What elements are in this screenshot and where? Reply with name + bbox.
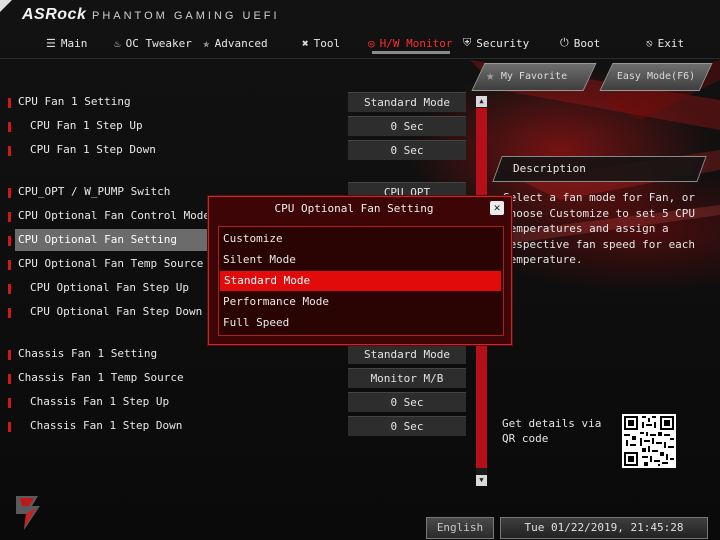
qr-code-image bbox=[622, 414, 676, 468]
setting-label: CPU Fan 1 Step Down bbox=[30, 143, 156, 156]
tab-security[interactable]: ⛨ Security bbox=[463, 34, 529, 52]
brand-subtitle: PHANTOM GAMING UEFI bbox=[92, 10, 280, 22]
easy-mode-button[interactable]: Easy Mode(F6) bbox=[599, 63, 713, 91]
setting-row-cpu-fan1-setting[interactable]: CPU Fan 1 Setting Standard Mode bbox=[0, 91, 470, 113]
setting-label: CPU Optional Fan Control Mode bbox=[18, 209, 211, 222]
option-customize[interactable]: Customize bbox=[219, 229, 502, 249]
scroll-down-arrow-icon[interactable]: ▼ bbox=[476, 475, 487, 486]
description-header: Description bbox=[492, 156, 707, 182]
setting-label: CPU Optional Fan Step Up bbox=[30, 281, 189, 294]
setting-row-chassis-fan1-temp-source[interactable]: Chassis Fan 1 Temp Source Monitor M/B bbox=[0, 367, 470, 389]
wrench-icon: ✖ bbox=[302, 36, 309, 50]
row-marker bbox=[8, 422, 11, 432]
row-marker bbox=[8, 212, 11, 222]
fan-setting-popup: CPU Optional Fan Setting ✕ Customize Sil… bbox=[208, 196, 512, 345]
setting-label: CPU Fan 1 Setting bbox=[18, 95, 131, 108]
row-marker bbox=[8, 260, 11, 270]
tab-tool[interactable]: ✖ Tool bbox=[302, 34, 340, 52]
tab-label: Main bbox=[60, 36, 88, 50]
description-text: Select a fan mode for Fan, or choose Cus… bbox=[503, 190, 703, 268]
setting-row-chassis-fan1-setting[interactable]: Chassis Fan 1 Setting Standard Mode bbox=[0, 343, 470, 365]
tab-label: Exit bbox=[657, 36, 685, 50]
option-standard-mode[interactable]: Standard Mode bbox=[220, 271, 501, 291]
row-marker bbox=[8, 236, 11, 246]
tab-label: Boot bbox=[573, 36, 601, 50]
setting-label: Chassis Fan 1 Step Up bbox=[30, 395, 170, 408]
tab-label: Tool bbox=[313, 36, 341, 50]
setting-label: CPU Fan 1 Step Up bbox=[30, 119, 143, 132]
setting-row-cpu-fan1-step-down[interactable]: CPU Fan 1 Step Down 0 Sec bbox=[0, 139, 470, 161]
row-marker bbox=[8, 398, 11, 408]
tab-label: OC Tweaker bbox=[125, 36, 192, 50]
tab-advanced[interactable]: ✯ Advanced bbox=[203, 34, 268, 52]
phantom-gaming-logo-icon bbox=[16, 496, 40, 530]
setting-value[interactable]: Standard Mode bbox=[348, 344, 466, 364]
brand-logo: ASRock bbox=[22, 6, 87, 23]
description-line: temperature. bbox=[503, 253, 583, 266]
setting-value[interactable]: Standard Mode bbox=[348, 92, 466, 112]
active-tab-indicator bbox=[372, 51, 450, 54]
row-marker bbox=[8, 350, 11, 360]
setting-label: CPU Optional Fan Setting bbox=[18, 233, 177, 246]
tab-main[interactable]: ☰ Main bbox=[46, 34, 87, 52]
setting-label: Chassis Fan 1 Step Down bbox=[30, 419, 183, 432]
tab-boot[interactable]: ⏻ Boot bbox=[560, 34, 600, 52]
setting-value[interactable]: Monitor M/B bbox=[348, 368, 466, 388]
setting-value[interactable]: 0 Sec bbox=[348, 416, 466, 436]
row-marker bbox=[8, 122, 11, 132]
tab-oc-tweaker[interactable]: ♨ OC Tweaker bbox=[114, 34, 192, 52]
setting-label: CPU Optional Fan Temp Source bbox=[18, 257, 204, 270]
header-bar: ASRock PHANTOM GAMING UEFI bbox=[0, 0, 720, 30]
description-title: Description bbox=[513, 162, 586, 175]
tab-label: H/W Monitor bbox=[379, 36, 453, 50]
description-line: respective fan speed for each bbox=[503, 237, 696, 251]
option-silent-mode[interactable]: Silent Mode bbox=[219, 250, 502, 270]
flame-icon: ♨ bbox=[114, 36, 121, 50]
setting-row-chassis-fan1-step-down[interactable]: Chassis Fan 1 Step Down 0 Sec bbox=[0, 415, 470, 437]
star-icon: ✯ bbox=[203, 36, 210, 50]
setting-label: Chassis Fan 1 Temp Source bbox=[18, 371, 184, 384]
setting-value[interactable]: 0 Sec bbox=[348, 392, 466, 412]
exit-icon: ⎋ bbox=[646, 36, 653, 50]
option-performance-mode[interactable]: Performance Mode bbox=[219, 292, 502, 312]
setting-label: CPU Optional Fan Step Down bbox=[30, 305, 203, 318]
popup-title: CPU Optional Fan Setting bbox=[274, 202, 434, 215]
popup-option-list: Customize Silent Mode Standard Mode Perf… bbox=[218, 226, 504, 336]
row-marker bbox=[8, 308, 11, 318]
row-marker bbox=[8, 146, 11, 156]
description-line: choose Customize to set 5 CPU bbox=[503, 206, 696, 220]
language-button[interactable]: English bbox=[426, 517, 494, 539]
row-marker bbox=[8, 284, 11, 294]
option-full-speed[interactable]: Full Speed bbox=[219, 313, 502, 333]
datetime-display: Tue 01/22/2019, 21:45:28 bbox=[500, 517, 708, 539]
tab-label: Advanced bbox=[214, 36, 268, 50]
setting-label: Chassis Fan 1 Setting bbox=[18, 347, 158, 360]
tab-hw-monitor[interactable]: ◎ H/W Monitor bbox=[368, 34, 452, 52]
row-marker bbox=[8, 98, 11, 108]
scroll-up-arrow-icon[interactable]: ▲ bbox=[476, 96, 487, 107]
setting-row-chassis-fan1-step-up[interactable]: Chassis Fan 1 Step Up 0 Sec bbox=[0, 391, 470, 413]
row-marker bbox=[8, 188, 11, 198]
power-icon: ⏻ bbox=[560, 36, 569, 49]
monitor-icon: ◎ bbox=[368, 36, 375, 50]
description-line: Select a fan mode for Fan, or bbox=[503, 191, 696, 204]
tab-label: Security bbox=[476, 36, 530, 50]
qr-caption: Get details via QR code bbox=[502, 417, 602, 445]
main-nav: ☰ Main ♨ OC Tweaker ✯ Advanced ✖ Tool ◎ … bbox=[0, 31, 720, 55]
description-line: temperatures and assign a bbox=[503, 222, 669, 235]
corner-triangle-icon bbox=[0, 0, 12, 12]
list-icon: ☰ bbox=[46, 36, 56, 50]
close-icon[interactable]: ✕ bbox=[490, 201, 504, 215]
setting-row-cpu-fan1-step-up[interactable]: CPU Fan 1 Step Up 0 Sec bbox=[0, 115, 470, 137]
my-favorite-label: My Favorite bbox=[500, 71, 568, 82]
easy-mode-label: Easy Mode(F6) bbox=[616, 71, 696, 82]
shield-icon: ⛨ bbox=[463, 36, 472, 49]
setting-label: CPU_OPT / W_PUMP Switch bbox=[18, 185, 171, 198]
row-marker bbox=[8, 374, 11, 384]
setting-value[interactable]: 0 Sec bbox=[348, 116, 466, 136]
tab-exit[interactable]: ⎋ Exit bbox=[646, 34, 684, 52]
my-favorite-button[interactable]: ★ My Favorite bbox=[471, 63, 597, 91]
nav-divider bbox=[0, 58, 720, 59]
setting-value[interactable]: 0 Sec bbox=[348, 140, 466, 160]
